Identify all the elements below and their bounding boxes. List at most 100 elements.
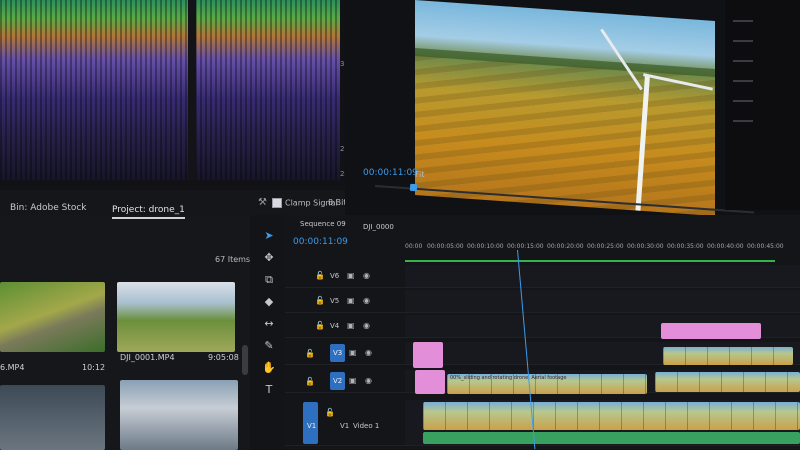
timeline-timecode[interactable]: 00:00:11:09 <box>293 237 348 247</box>
track-header-v3: 🔓 V3 ▣ ◉ <box>285 342 405 365</box>
selection-tool-icon[interactable]: ➤ <box>262 229 276 243</box>
tools-panel: ➤ ✥ ⧉ ◆ ↔ ✎ ✋ T <box>250 215 285 450</box>
lock-icon[interactable]: 🔓 <box>315 271 325 280</box>
bit-depth-select[interactable]: 8 Bit <box>328 198 346 207</box>
slip-tool-icon[interactable]: ↔ <box>262 317 276 331</box>
eye-icon[interactable]: ◉ <box>365 376 372 385</box>
film-icon[interactable]: ▣ <box>349 348 357 357</box>
checkbox-icon[interactable] <box>272 198 282 208</box>
track-header-v5: 🔓 V5 ▣ ◉ <box>285 290 405 313</box>
track-lane[interactable] <box>405 265 800 288</box>
track-id: V1 <box>340 422 350 430</box>
tab-bin-adobe-stock[interactable]: Bin: Adobe Stock <box>10 203 87 213</box>
program-monitor-panel: 00:00:11:09 Fit <box>345 0 800 216</box>
eye-icon[interactable]: ◉ <box>363 321 370 330</box>
track-lane[interactable] <box>405 290 800 313</box>
scope-divider <box>188 0 196 180</box>
clip-name: 00%_sliding and rotating drone, Aerial f… <box>450 375 567 381</box>
track-select-icon[interactable]: ✥ <box>262 251 276 265</box>
lumetri-scopes-panel: 35 26 24 <box>0 0 345 190</box>
timeline-clip[interactable] <box>415 370 445 394</box>
lock-icon[interactable]: 🔓 <box>315 321 325 330</box>
film-icon[interactable]: ▣ <box>347 321 355 330</box>
ruler-label: 00:00:20:00 <box>547 243 584 250</box>
meter-row <box>733 40 753 42</box>
clip-name: 6.MP4 <box>0 363 25 372</box>
timeline-clip[interactable] <box>413 342 443 368</box>
tab-sequence[interactable]: Sequence 09 <box>300 220 346 228</box>
side-panel <box>725 0 800 210</box>
ruler-label: 00:00 <box>405 243 423 250</box>
ripple-edit-icon[interactable]: ⧉ <box>262 273 276 287</box>
track-id: V6 <box>330 272 340 280</box>
pen-tool-icon[interactable]: ✎ <box>262 339 276 353</box>
track-label: Video 1 <box>353 422 380 430</box>
program-playhead[interactable] <box>409 183 418 192</box>
program-timecode[interactable]: 00:00:11:09 <box>363 168 418 178</box>
track-id: V3 <box>333 349 343 357</box>
wrench-icon[interactable]: ⚒ <box>258 197 267 208</box>
item-count: 67 Items <box>215 255 251 264</box>
lock-icon[interactable]: 🔓 <box>305 349 315 358</box>
project-scrollbar[interactable] <box>242 345 248 375</box>
ruler-label: 00:00:30:00 <box>627 243 664 250</box>
timeline-clip[interactable] <box>655 372 800 392</box>
film-icon[interactable]: ▣ <box>347 271 355 280</box>
ruler-label: 00:00:25:00 <box>587 243 624 250</box>
track-lane[interactable]: 00%_sliding and rotating drone, Aerial f… <box>405 370 800 394</box>
timeline-panel: Sequence 09 DJI_0000 00:00:11:09 00:00 0… <box>285 215 800 450</box>
ruler-label: 00:00:35:00 <box>667 243 704 250</box>
clip-thumbnail[interactable] <box>0 282 105 352</box>
timeline-clip[interactable] <box>661 323 761 339</box>
meter-row <box>733 20 753 22</box>
tab-dji-clip[interactable]: DJI_0000 <box>363 223 394 231</box>
meter-row <box>733 120 753 122</box>
clip-name: DJI_0001.MP4 <box>120 353 175 362</box>
hand-tool-icon[interactable]: ✋ <box>262 361 276 375</box>
eye-icon[interactable]: ◉ <box>363 271 370 280</box>
track-header-v2: 🔓 V2 ▣ ◉ <box>285 370 405 393</box>
time-ruler[interactable]: 00:00 00:00:05:00 00:00:10:00 00:00:15:0… <box>405 243 800 257</box>
ruler-label: 00:00:45:00 <box>747 243 784 250</box>
ruler-label: 00:00:05:00 <box>427 243 464 250</box>
audio-clip[interactable] <box>423 432 800 444</box>
tab-project-drone[interactable]: Project: drone_1 <box>112 205 185 219</box>
track-id: V2 <box>333 377 343 385</box>
film-icon[interactable]: ▣ <box>347 296 355 305</box>
clip-thumbnail[interactable] <box>0 385 105 450</box>
track-lane[interactable] <box>405 315 800 339</box>
razor-tool-icon[interactable]: ◆ <box>262 295 276 309</box>
project-panel: Bin: Adobe Stock Project: drone_1 67 Ite… <box>0 203 251 450</box>
ruler-label: 00:00:15:00 <box>507 243 544 250</box>
track-lane[interactable] <box>405 400 800 446</box>
ruler-label: 00:00:10:00 <box>467 243 504 250</box>
meter-row <box>733 60 753 62</box>
track-header-v4: 🔓 V4 ▣ ◉ <box>285 315 405 338</box>
fit-dropdown[interactable]: Fit <box>415 170 424 179</box>
eye-icon[interactable]: ◉ <box>363 296 370 305</box>
timeline-clip[interactable]: 00%_sliding and rotating drone, Aerial f… <box>447 374 647 394</box>
lock-icon[interactable]: 🔓 <box>315 296 325 305</box>
track-id: V4 <box>330 322 340 330</box>
program-video-frame <box>415 0 715 216</box>
track-id: V5 <box>330 297 340 305</box>
eye-icon[interactable]: ◉ <box>365 348 372 357</box>
waveform-scope <box>0 0 340 180</box>
lock-icon[interactable]: 🔓 <box>325 408 335 417</box>
timeline-clip[interactable] <box>423 402 800 430</box>
track-id: V1 <box>307 422 317 430</box>
meter-row <box>733 80 753 82</box>
clip-thumbnail[interactable] <box>117 282 235 352</box>
type-tool-icon[interactable]: T <box>262 383 276 397</box>
film-icon[interactable]: ▣ <box>349 376 357 385</box>
lock-icon[interactable]: 🔓 <box>305 377 315 386</box>
clip-duration: 9:05:08 <box>208 353 239 362</box>
clip-duration: 10:12 <box>82 363 106 372</box>
meter-row <box>733 100 753 102</box>
clip-thumbnail[interactable] <box>120 380 238 450</box>
timeline-clip[interactable] <box>663 347 793 365</box>
track-header-v6: 🔓 V6 ▣ ◉ <box>285 265 405 288</box>
ruler-label: 00:00:40:00 <box>707 243 744 250</box>
track-lane[interactable] <box>405 342 800 368</box>
work-area-bar[interactable] <box>405 260 775 262</box>
